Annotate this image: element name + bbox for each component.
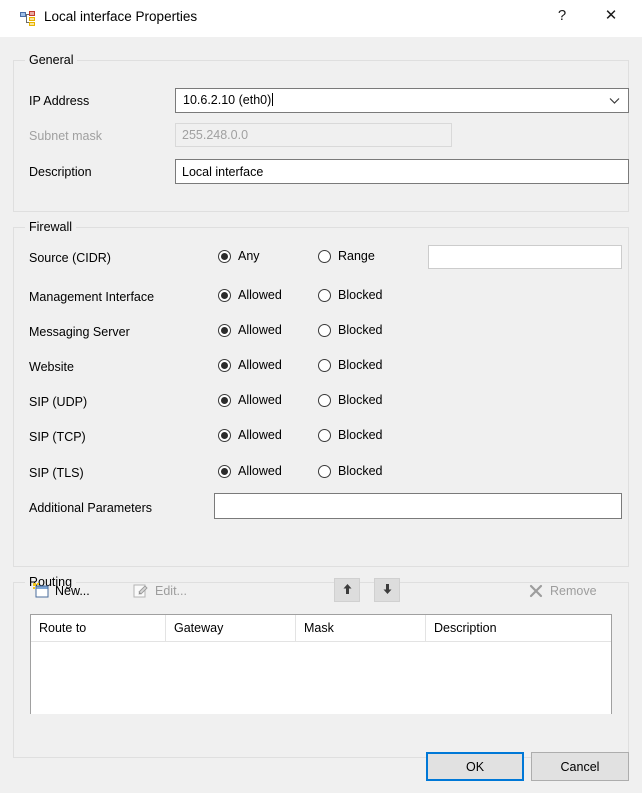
description-field[interactable] <box>175 159 629 184</box>
close-icon[interactable]: ✕ <box>588 0 634 30</box>
management-interface-radio-allowed[interactable]: Allowed <box>218 288 282 302</box>
new-document-icon <box>33 583 49 599</box>
radio-indicator <box>218 288 231 302</box>
ip-address-label: IP Address <box>29 94 90 108</box>
chevron-down-icon[interactable] <box>600 89 628 112</box>
routing-table-rows[interactable] <box>31 642 611 714</box>
website-label: Website <box>29 360 74 374</box>
arrow-down-icon <box>382 583 393 598</box>
radio-indicator <box>318 464 331 478</box>
radio-indicator <box>218 428 231 442</box>
sip-udp-radio-blocked[interactable]: Blocked <box>318 393 382 407</box>
route-new-label: New... <box>55 584 90 598</box>
firewall-group-legend: Firewall <box>25 220 77 234</box>
move-down-button[interactable] <box>374 578 400 602</box>
route-remove-button: Remove <box>528 580 597 602</box>
radio-indicator <box>318 428 331 442</box>
radio-indicator <box>318 249 331 263</box>
routing-table[interactable]: Route to Gateway Mask Description <box>30 614 612 714</box>
dialog-body: General IP Address 10.6.2.10 (eth0) Subn… <box>0 37 642 793</box>
sip-udp-label: SIP (UDP) <box>29 395 88 409</box>
radio-indicator <box>218 358 231 372</box>
radio-label: Blocked <box>338 464 383 478</box>
sip-tls-label: SIP (TLS) <box>29 466 84 480</box>
radio-label: Allowed <box>238 428 282 442</box>
description-label: Description <box>29 165 92 179</box>
radio-label: Blocked <box>338 393 383 407</box>
radio-indicator <box>318 358 331 372</box>
radio-label: Blocked <box>338 358 383 372</box>
website-radio-blocked[interactable]: Blocked <box>318 358 382 372</box>
messaging-server-radio-blocked[interactable]: Blocked <box>318 323 382 337</box>
route-edit-button: Edit... <box>133 580 187 602</box>
ip-address-combo[interactable]: 10.6.2.10 (eth0) <box>175 88 629 113</box>
radio-indicator <box>318 323 331 337</box>
radio-label: Allowed <box>238 358 282 372</box>
sip-udp-radio-allowed[interactable]: Allowed <box>218 393 282 407</box>
management-interface-label: Management Interface <box>29 290 155 304</box>
source-cidr-radio-any[interactable]: Any <box>218 249 260 263</box>
ok-button[interactable]: OK <box>426 752 524 781</box>
radio-label: Allowed <box>238 393 282 407</box>
routing-table-header: Route to Gateway Mask Description <box>31 615 611 642</box>
column-header-mask[interactable]: Mask <box>296 615 426 641</box>
radio-label: Any <box>238 249 260 263</box>
subnet-mask-label: Subnet mask <box>29 129 102 143</box>
messaging-server-radio-allowed[interactable]: Allowed <box>218 323 282 337</box>
radio-label: Blocked <box>338 288 383 302</box>
sip-tls-radio-allowed[interactable]: Allowed <box>218 464 282 478</box>
additional-parameters-field[interactable] <box>214 493 622 519</box>
radio-label: Allowed <box>238 464 282 478</box>
edit-pencil-icon <box>133 583 149 599</box>
route-new-button[interactable]: New... <box>33 580 90 602</box>
radio-indicator <box>218 249 231 263</box>
column-header-route-to[interactable]: Route to <box>31 615 166 641</box>
website-radio-allowed[interactable]: Allowed <box>218 358 282 372</box>
column-header-description[interactable]: Description <box>426 615 611 641</box>
radio-indicator <box>218 464 231 478</box>
route-remove-label: Remove <box>550 584 597 598</box>
route-edit-label: Edit... <box>155 584 187 598</box>
sip-tcp-radio-allowed[interactable]: Allowed <box>218 428 282 442</box>
subnet-mask-field <box>175 123 452 147</box>
arrow-up-icon <box>342 583 353 598</box>
source-cidr-radio-range[interactable]: Range <box>318 249 375 263</box>
sip-tcp-label: SIP (TCP) <box>29 430 86 444</box>
sip-tls-radio-blocked[interactable]: Blocked <box>318 464 382 478</box>
column-header-gateway[interactable]: Gateway <box>166 615 296 641</box>
move-up-button[interactable] <box>334 578 360 602</box>
radio-label: Blocked <box>338 323 383 337</box>
radio-indicator <box>218 393 231 407</box>
radio-label: Allowed <box>238 288 282 302</box>
cancel-button[interactable]: Cancel <box>531 752 629 781</box>
additional-parameters-label: Additional Parameters <box>29 501 152 515</box>
ip-address-value: 10.6.2.10 (eth0) <box>183 93 274 107</box>
source-cidr-label: Source (CIDR) <box>29 251 111 265</box>
sip-tcp-radio-blocked[interactable]: Blocked <box>318 428 382 442</box>
radio-indicator <box>318 288 331 302</box>
radio-indicator <box>218 323 231 337</box>
title-bar: Local interface Properties ? ✕ <box>0 0 642 37</box>
network-interface-icon <box>20 11 36 27</box>
radio-label: Range <box>338 249 375 263</box>
help-button[interactable]: ? <box>539 0 585 30</box>
management-interface-radio-blocked[interactable]: Blocked <box>318 288 382 302</box>
source-cidr-range-field[interactable] <box>428 245 622 269</box>
radio-indicator <box>318 393 331 407</box>
messaging-server-label: Messaging Server <box>29 325 130 339</box>
radio-label: Blocked <box>338 428 383 442</box>
close-x-icon <box>528 583 544 599</box>
window-title: Local interface Properties <box>44 9 198 24</box>
general-group-legend: General <box>25 53 78 67</box>
radio-label: Allowed <box>238 323 282 337</box>
